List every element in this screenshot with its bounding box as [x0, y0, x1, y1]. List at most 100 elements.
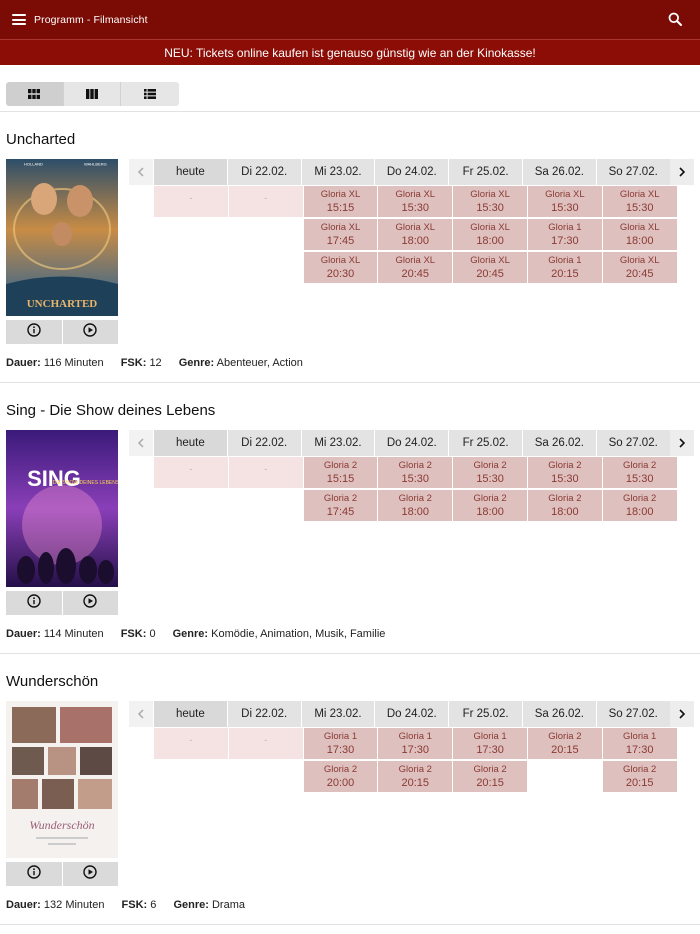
- showtime-cell[interactable]: Gloria 2 15:30: [527, 457, 602, 488]
- showtime-cell[interactable]: Gloria XL 18:00: [602, 219, 677, 250]
- day-tab[interactable]: heute: [153, 701, 227, 727]
- screen-name: Gloria 2: [623, 764, 657, 775]
- list-view-button[interactable]: [121, 82, 179, 106]
- day-tab[interactable]: Sa 26.02.: [521, 159, 596, 185]
- day-tab[interactable]: Mi 23.02.: [300, 430, 375, 456]
- showtime-cell[interactable]: Gloria XL 18:00: [378, 219, 453, 250]
- movie-title[interactable]: Uncharted: [6, 131, 75, 148]
- showtime-cell[interactable]: Gloria 1 17:30: [378, 728, 453, 759]
- chevron-left-icon: [137, 167, 144, 177]
- showtime-cell[interactable]: Gloria XL 17:45: [303, 219, 378, 250]
- day-tab[interactable]: Do 24.02.: [374, 430, 449, 456]
- day-tab[interactable]: Fr 25.02.: [448, 701, 522, 727]
- screen-name: Gloria 1: [548, 255, 582, 266]
- showtime-cell[interactable]: Gloria 1 20:15: [527, 252, 602, 283]
- day-tab[interactable]: Mi 23.02.: [300, 701, 375, 727]
- day-tab[interactable]: Sa 26.02.: [521, 701, 596, 727]
- day-tab[interactable]: Do 24.02.: [374, 159, 449, 185]
- next-days-button[interactable]: [669, 159, 694, 185]
- movie-list: Uncharted HOLLAND WAHLBERG UNCHARTED Dau…: [0, 112, 700, 925]
- showtime-cell[interactable]: Gloria XL 20:45: [602, 252, 677, 283]
- prev-days-button[interactable]: [129, 430, 153, 456]
- screen-name: Gloria 2: [473, 460, 507, 471]
- showtime-cell[interactable]: Gloria XL 15:30: [453, 186, 527, 217]
- next-days-button[interactable]: [669, 701, 694, 727]
- day-tab[interactable]: Di 22.02.: [226, 159, 301, 185]
- grid-view-button[interactable]: [6, 82, 64, 106]
- day-tab[interactable]: heute: [153, 430, 227, 456]
- day-tab[interactable]: heute: [153, 159, 227, 185]
- prev-days-button[interactable]: [129, 701, 153, 727]
- movie-poster[interactable]: Wunderschön: [6, 701, 118, 858]
- next-days-button[interactable]: [669, 430, 694, 456]
- showtime-cell[interactable]: Gloria 2 20:15: [453, 761, 527, 792]
- movie-title[interactable]: Wunderschön: [6, 673, 98, 690]
- showtime-cell[interactable]: Gloria XL 15:30: [602, 186, 677, 217]
- genre-label: Genre:: [173, 899, 209, 911]
- notice-banner[interactable]: NEU: Tickets online kaufen ist genauso g…: [0, 39, 700, 65]
- prev-days-button[interactable]: [129, 159, 153, 185]
- info-icon: [27, 322, 41, 342]
- search-icon[interactable]: [668, 12, 682, 26]
- movie-poster[interactable]: HOLLAND WAHLBERG UNCHARTED: [6, 159, 118, 316]
- day-tab[interactable]: Di 22.02.: [226, 430, 301, 456]
- info-button[interactable]: [6, 862, 62, 886]
- hamburger-menu-icon[interactable]: [12, 14, 26, 25]
- showtime-cell[interactable]: Gloria 2 15:30: [453, 457, 527, 488]
- showtime-cell[interactable]: Gloria 2 15:30: [602, 457, 677, 488]
- showtime-cell[interactable]: Gloria 1 17:30: [602, 728, 677, 759]
- showtime-cell[interactable]: Gloria 2 20:00: [303, 761, 378, 792]
- showtime-cell[interactable]: Gloria XL 20:30: [303, 252, 378, 283]
- chevron-left-icon: [137, 709, 144, 719]
- showtime-cell[interactable]: Gloria XL 15:15: [303, 186, 378, 217]
- info-button[interactable]: [6, 320, 62, 344]
- screen-name: Gloria XL: [545, 189, 585, 200]
- trailer-button[interactable]: [62, 591, 118, 615]
- day-tab[interactable]: Fr 25.02.: [448, 430, 522, 456]
- day-tab[interactable]: Mi 23.02.: [300, 159, 375, 185]
- showtime-cell[interactable]: Gloria 1 17:30: [527, 219, 602, 250]
- showtime: 15:30: [625, 201, 654, 214]
- day-tab[interactable]: Di 22.02.: [226, 701, 301, 727]
- showtime-cell[interactable]: Gloria XL 20:45: [378, 252, 453, 283]
- poster-title: SING: [27, 466, 81, 491]
- screen-name: Gloria XL: [470, 222, 510, 233]
- day-tab[interactable]: Sa 26.02.: [521, 430, 596, 456]
- showtime-cell[interactable]: Gloria XL 20:45: [453, 252, 527, 283]
- play-icon: [83, 593, 97, 613]
- trailer-button[interactable]: [62, 320, 118, 344]
- showtime: 15:15: [326, 472, 355, 485]
- showtime-cell[interactable]: Gloria 2 20:15: [527, 728, 602, 759]
- movie-section: Wunderschön Wunderschön Dauer: 132 Minut…: [0, 654, 700, 925]
- info-button[interactable]: [6, 591, 62, 615]
- showtime-cell[interactable]: Gloria 2 20:15: [602, 761, 677, 792]
- showtime-cell[interactable]: Gloria 2 18:00: [527, 490, 602, 521]
- showtime-cell[interactable]: Gloria 1 17:30: [453, 728, 527, 759]
- showtime-cell[interactable]: Gloria 2 18:00: [378, 490, 453, 521]
- showtime-cell[interactable]: Gloria 2 17:45: [303, 490, 378, 521]
- grid-view-icon: [28, 89, 41, 99]
- showtime-cell[interactable]: Gloria 2 20:15: [378, 761, 453, 792]
- showtime-cell[interactable]: Gloria 1 17:30: [303, 728, 378, 759]
- columns-view-button[interactable]: [63, 82, 121, 106]
- showtime-cell[interactable]: Gloria 2 15:15: [303, 457, 378, 488]
- showtime-cell[interactable]: Gloria 2 18:00: [453, 490, 527, 521]
- screen-name: Gloria 2: [323, 493, 358, 504]
- showtime-cell[interactable]: Gloria XL 18:00: [453, 219, 527, 250]
- showtime-cell[interactable]: Gloria 2 18:00: [602, 490, 677, 521]
- showtime-cell[interactable]: Gloria 2 15:30: [378, 457, 453, 488]
- day-tab[interactable]: So 27.02.: [595, 159, 670, 185]
- screen-name: Gloria XL: [320, 189, 361, 200]
- day-tab[interactable]: So 27.02.: [595, 701, 670, 727]
- showtime-cell[interactable]: Gloria XL 15:30: [378, 186, 453, 217]
- movie-poster[interactable]: SING DIE SHOW DEINES LEBENS: [6, 430, 118, 587]
- movie-title[interactable]: Sing - Die Show deines Lebens: [6, 402, 215, 419]
- day-tab[interactable]: Fr 25.02.: [448, 159, 522, 185]
- day-tab[interactable]: So 27.02.: [595, 430, 670, 456]
- day-tab[interactable]: Do 24.02.: [374, 701, 449, 727]
- screen-name: Gloria XL: [320, 255, 361, 266]
- showtime-row: -- Gloria XL 15:15 Gloria XL 15:30 Glori…: [153, 185, 694, 218]
- trailer-button[interactable]: [62, 862, 118, 886]
- screen-name: Gloria XL: [470, 255, 510, 266]
- showtime-cell[interactable]: Gloria XL 15:30: [527, 186, 602, 217]
